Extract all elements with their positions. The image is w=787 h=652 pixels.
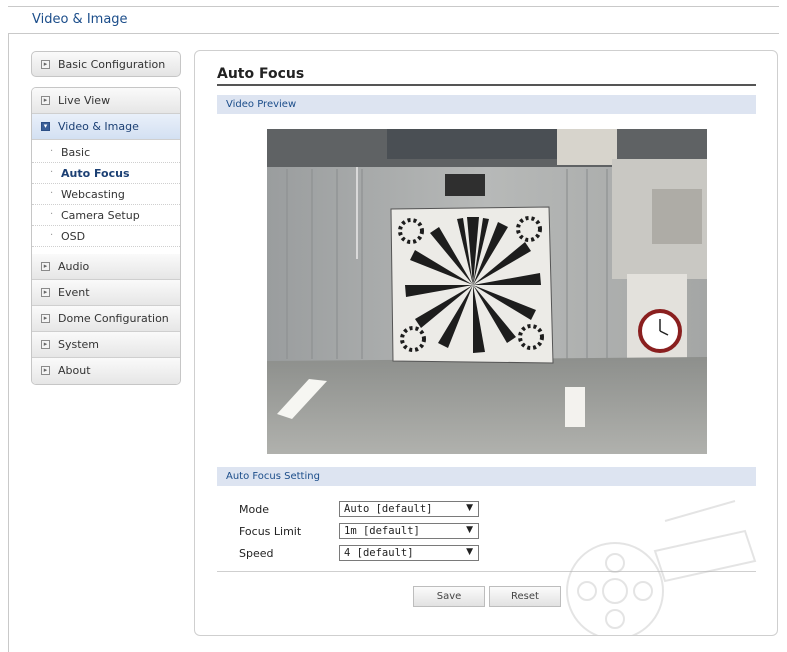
mode-label: Mode bbox=[239, 503, 269, 516]
bullet-icon: · bbox=[50, 188, 54, 199]
expand-icon: ▸ bbox=[41, 366, 50, 375]
sidebar-nav: ▸ Live View ▾ Video & Image · Basic · Au… bbox=[31, 87, 181, 385]
bullet-icon: · bbox=[50, 146, 54, 157]
sidebar-item-system[interactable]: ▸ System bbox=[32, 332, 180, 358]
film-reel-watermark-icon bbox=[566, 500, 757, 635]
sidebar-item-label: About bbox=[58, 364, 91, 377]
expand-icon: ▸ bbox=[41, 288, 50, 297]
video-frame-image bbox=[267, 129, 707, 454]
left-border bbox=[8, 34, 9, 652]
mode-select-value: Auto [default] bbox=[344, 503, 433, 515]
submenu-item-label: Camera Setup bbox=[61, 209, 140, 222]
speed-select-value: 4 [default] bbox=[344, 547, 414, 559]
focus-limit-select-value: 1m [default] bbox=[344, 525, 420, 537]
reset-button[interactable]: Reset bbox=[489, 586, 561, 607]
auto-focus-setting-header: Auto Focus Setting bbox=[217, 467, 756, 486]
top-bar: Video & Image bbox=[8, 6, 779, 34]
submenu-item-label: Basic bbox=[61, 146, 91, 159]
sidebar-item-label: Video & Image bbox=[58, 120, 139, 133]
sidebar-item-label: Dome Configuration bbox=[58, 312, 169, 325]
header-title: Video & Image bbox=[32, 12, 128, 27]
sidebar-item-label: Basic Configuration bbox=[58, 58, 166, 71]
chevron-down-icon: ▼ bbox=[466, 547, 473, 557]
submenu-item-label: Auto Focus bbox=[61, 167, 130, 180]
chevron-down-icon: ▼ bbox=[466, 503, 473, 513]
sidebar-item-label: Audio bbox=[58, 260, 90, 273]
submenu-item-camera-setup[interactable]: · Camera Setup bbox=[32, 205, 180, 226]
speed-select[interactable]: 4 [default] ▼ bbox=[339, 545, 479, 561]
sidebar-item-video-image[interactable]: ▾ Video & Image bbox=[32, 114, 180, 140]
page-title: Auto Focus bbox=[217, 66, 305, 82]
bullet-icon: · bbox=[50, 209, 54, 220]
submenu-item-osd[interactable]: · OSD bbox=[32, 226, 180, 247]
expand-icon: ▸ bbox=[41, 262, 50, 271]
sidebar-item-basic-configuration[interactable]: ▸ Basic Configuration bbox=[31, 51, 181, 77]
collapse-icon: ▾ bbox=[41, 122, 50, 131]
section-title: Auto Focus Setting bbox=[226, 471, 320, 482]
submenu-item-label: OSD bbox=[61, 230, 86, 243]
title-divider bbox=[217, 84, 756, 86]
video-preview-header: Video Preview bbox=[217, 95, 756, 114]
save-button[interactable]: Save bbox=[413, 586, 485, 607]
speed-label: Speed bbox=[239, 547, 274, 560]
focus-limit-select[interactable]: 1m [default] ▼ bbox=[339, 523, 479, 539]
bullet-icon: · bbox=[50, 167, 54, 178]
sidebar-item-label: System bbox=[58, 338, 100, 351]
sidebar-item-label: Event bbox=[58, 286, 90, 299]
section-title: Video Preview bbox=[226, 99, 297, 110]
submenu-item-basic[interactable]: · Basic bbox=[32, 142, 180, 163]
sidebar-item-dome-configuration[interactable]: ▸ Dome Configuration bbox=[32, 306, 180, 332]
submenu-item-label: Webcasting bbox=[61, 188, 125, 201]
expand-icon: ▸ bbox=[41, 340, 50, 349]
bullet-icon: · bbox=[50, 230, 54, 241]
video-preview bbox=[267, 129, 707, 454]
sidebar-item-live-view[interactable]: ▸ Live View bbox=[32, 88, 180, 114]
chevron-down-icon: ▼ bbox=[466, 525, 473, 535]
sidebar-item-label: Live View bbox=[58, 94, 111, 107]
expand-icon: ▸ bbox=[41, 96, 50, 105]
sidebar-item-event[interactable]: ▸ Event bbox=[32, 280, 180, 306]
submenu-item-webcasting[interactable]: · Webcasting bbox=[32, 184, 180, 205]
expand-icon: ▸ bbox=[41, 314, 50, 323]
main-panel: Auto Focus Video Preview Auto Focus Sett… bbox=[194, 50, 778, 636]
mode-select[interactable]: Auto [default] ▼ bbox=[339, 501, 479, 517]
sidebar-item-audio[interactable]: ▸ Audio bbox=[32, 254, 180, 280]
focus-limit-label: Focus Limit bbox=[239, 525, 302, 538]
submenu-item-auto-focus[interactable]: · Auto Focus bbox=[32, 163, 180, 184]
sidebar-item-about[interactable]: ▸ About bbox=[32, 358, 180, 384]
expand-icon: ▸ bbox=[41, 60, 50, 69]
